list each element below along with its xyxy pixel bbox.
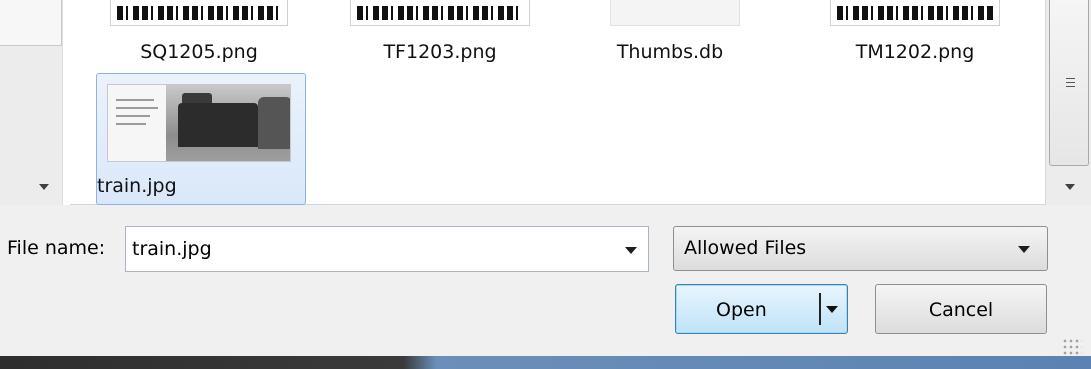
file-thumbnail xyxy=(350,0,530,26)
open-button[interactable]: Open xyxy=(675,284,848,334)
right-scroll-thumb[interactable] xyxy=(1049,0,1089,166)
file-label: TM1202.png xyxy=(855,41,975,63)
resize-grip-icon[interactable] xyxy=(1062,338,1082,356)
cancel-button[interactable]: Cancel xyxy=(875,284,1047,334)
chevron-down-icon[interactable] xyxy=(1065,184,1075,190)
file-label: Thumbs.db xyxy=(616,41,724,63)
file-item-thumbs-db[interactable]: Thumbs.db xyxy=(580,0,760,80)
right-scrollbar[interactable] xyxy=(1045,0,1091,205)
dropdown-arrow-icon[interactable] xyxy=(625,247,637,254)
file-label: SQ1205.png xyxy=(140,41,258,63)
file-type-select[interactable]: Allowed Files xyxy=(673,226,1048,271)
open-button-label: Open xyxy=(716,299,767,321)
left-scrollbar[interactable] xyxy=(0,0,70,205)
left-scroll-thumb[interactable] xyxy=(0,0,62,46)
file-list-pane[interactable]: SQ1205.png TF1203.png Thumbs.db TM1202.p… xyxy=(0,0,1091,205)
file-name-input[interactable] xyxy=(132,235,602,263)
file-thumbnail xyxy=(610,0,740,26)
file-type-value: Allowed Files xyxy=(684,237,807,259)
taskbar-strip xyxy=(0,356,1091,369)
dropdown-arrow-icon[interactable] xyxy=(826,306,838,313)
file-item-tm1202[interactable]: TM1202.png xyxy=(820,0,1010,80)
file-item-tf1203[interactable]: TF1203.png xyxy=(340,0,540,80)
grip-icon xyxy=(1066,78,1075,87)
file-thumbnail xyxy=(830,0,1000,26)
file-name-combobox[interactable] xyxy=(125,226,649,272)
file-thumbnail xyxy=(110,0,288,26)
file-name-label: File name: xyxy=(7,237,106,259)
left-scroll-edge xyxy=(62,0,70,205)
cancel-button-label: Cancel xyxy=(928,299,994,321)
file-item-sq1205[interactable]: SQ1205.png xyxy=(104,0,294,80)
chevron-down-icon[interactable] xyxy=(39,184,49,190)
file-item-train-selected[interactable]: train.jpg xyxy=(96,73,306,205)
train-thumbnail-image xyxy=(107,84,291,162)
split-divider xyxy=(819,293,821,325)
file-label: train.jpg xyxy=(97,175,177,197)
dropdown-arrow-icon xyxy=(1018,246,1030,253)
file-label: TF1203.png xyxy=(383,41,497,63)
